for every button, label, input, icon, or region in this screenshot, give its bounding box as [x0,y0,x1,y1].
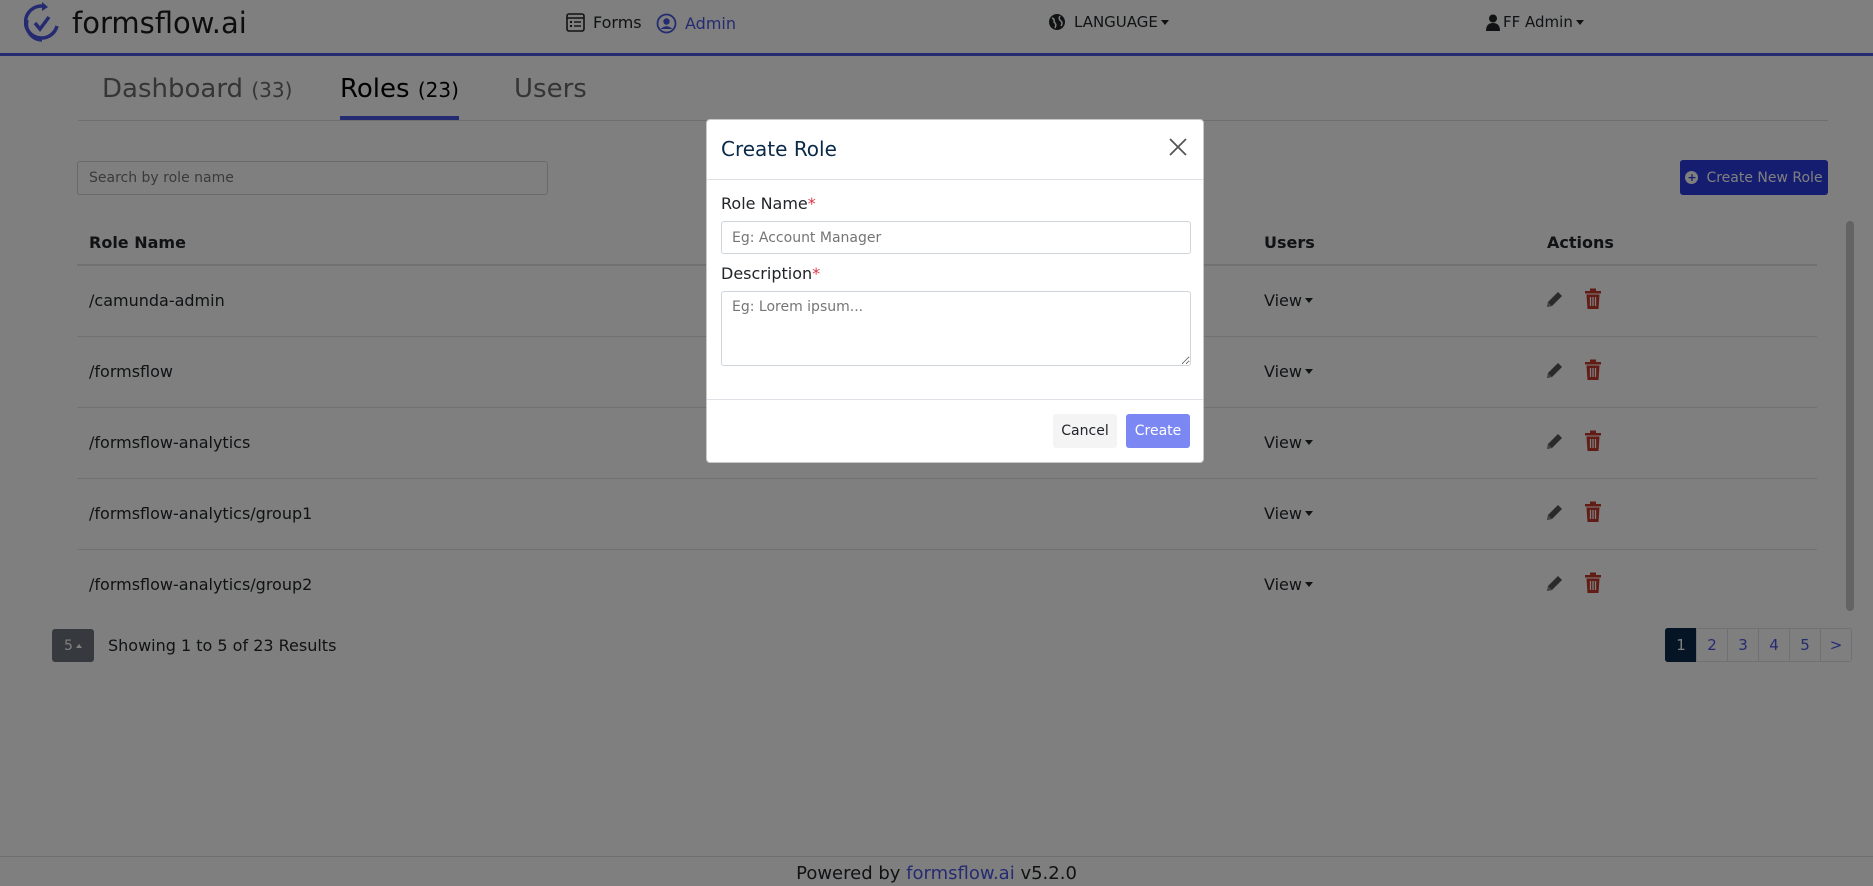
role-name-label: Role Name* [721,194,1191,213]
modal-footer: Cancel Create [707,399,1203,462]
create-role-modal: Create Role Role Name* Description* Canc… [706,119,1204,463]
role-name-input[interactable] [721,221,1191,254]
description-label: Description* [721,264,1191,283]
create-button[interactable]: Create [1126,414,1190,448]
required-mark: * [807,194,816,213]
modal-header: Create Role [707,120,1203,180]
description-textarea[interactable] [721,291,1191,366]
modal-body: Role Name* Description* [721,194,1191,366]
close-icon[interactable] [1167,136,1189,158]
role-name-label-text: Role Name [721,194,808,213]
required-mark: * [812,264,821,283]
cancel-button[interactable]: Cancel [1053,414,1117,448]
description-label-text: Description [721,264,813,283]
modal-title: Create Role [721,137,837,161]
